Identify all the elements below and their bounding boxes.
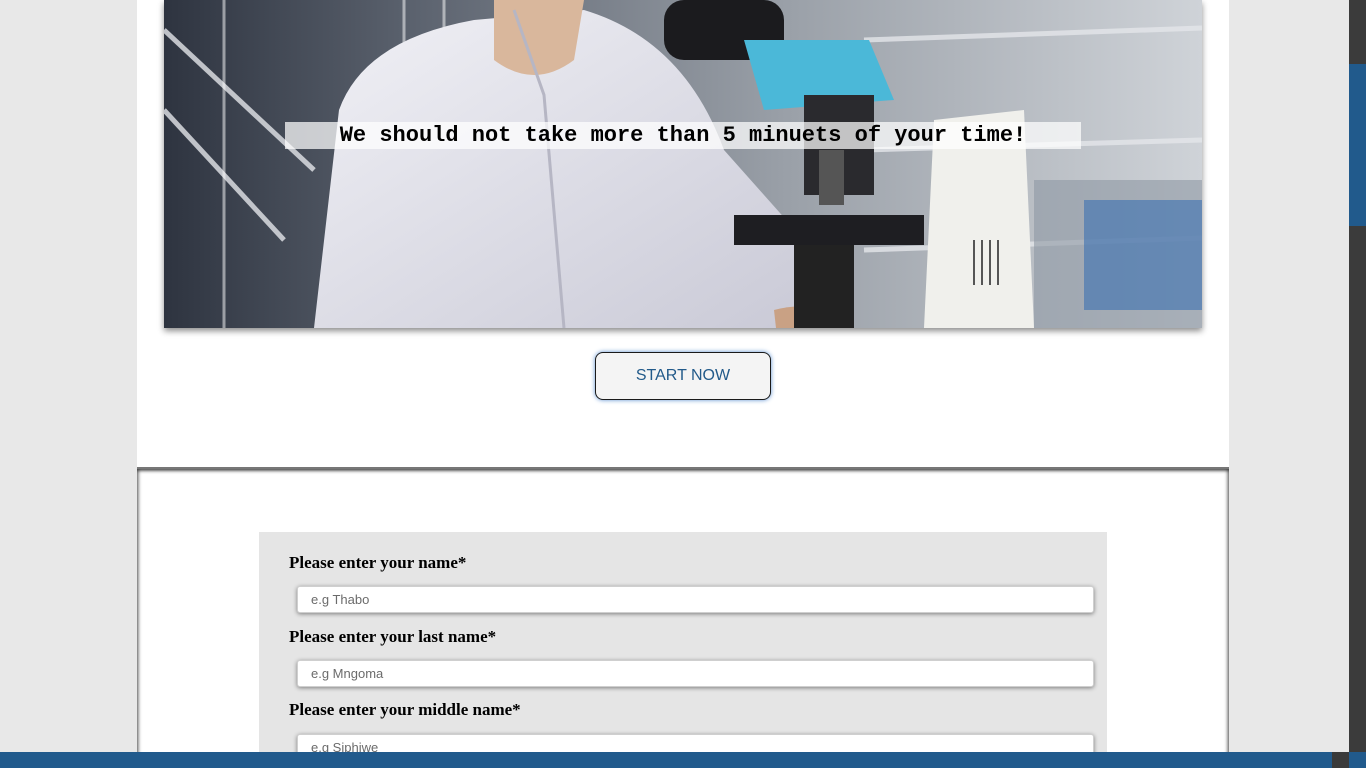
start-now-button[interactable]: START NOW xyxy=(595,352,771,400)
scrollbar-corner xyxy=(1332,752,1349,768)
middle-name-label: Please enter your middle name* xyxy=(289,700,521,719)
last-name-input[interactable] xyxy=(297,660,1094,687)
hero-section: We should not take more than 5 minuets o… xyxy=(137,0,1229,467)
hero-caption: We should not take more than 5 minuets o… xyxy=(285,122,1081,149)
first-name-label: Please enter your name* xyxy=(289,553,467,572)
scrollbar-thumb[interactable] xyxy=(1349,64,1366,226)
last-name-label: Please enter your last name* xyxy=(289,627,497,646)
details-form: Please enter your name* Please enter you… xyxy=(259,532,1107,768)
first-name-input[interactable] xyxy=(297,586,1094,613)
form-section: Please enter your name* Please enter you… xyxy=(137,467,1229,768)
bottom-bar xyxy=(0,752,1366,768)
hero-image: We should not take more than 5 minuets o… xyxy=(164,0,1202,328)
page: We should not take more than 5 minuets o… xyxy=(0,0,1366,768)
